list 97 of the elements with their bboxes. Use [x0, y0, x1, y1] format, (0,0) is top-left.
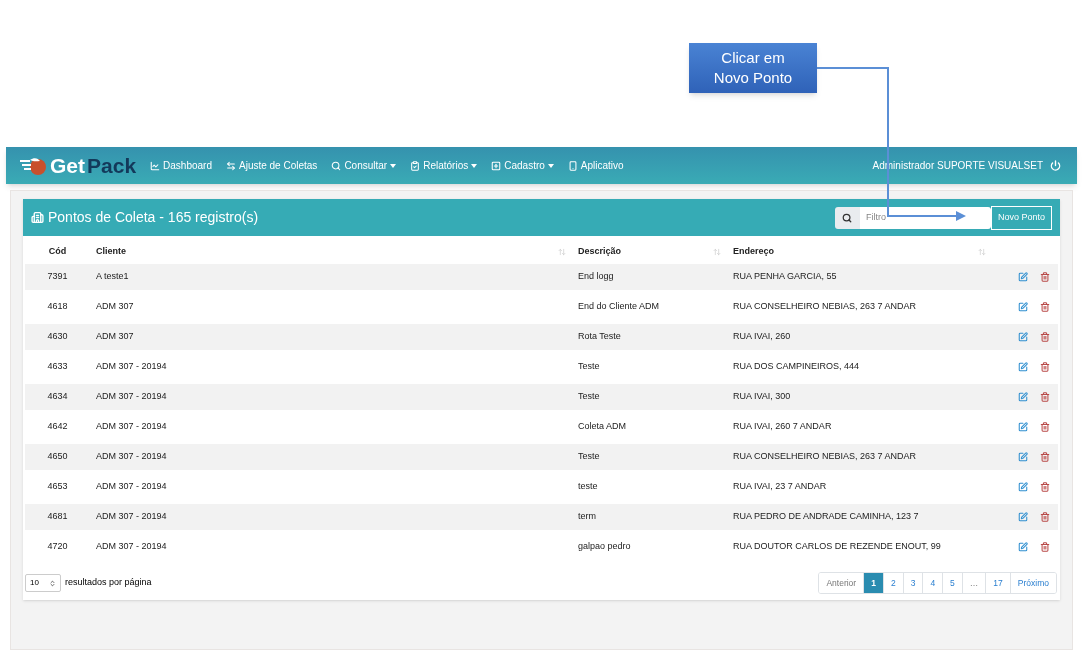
trash-icon[interactable] [1040, 302, 1050, 312]
table-cell: ADM 307 - 20194 [96, 510, 167, 524]
filter-field[interactable]: Filtro [859, 206, 991, 229]
column-header[interactable]: Descrição [578, 245, 622, 259]
table-cell: 4681 [47, 510, 68, 524]
table-cell: End logg [578, 270, 614, 284]
table-row[interactable]: 4650 ADM 307 - 20194 Teste RUA CONSELHEIRO NEBIAS, 263 7 ANDAR [25, 444, 1058, 470]
table-cell: RUA PEDRO DE ANDRADE CAMINHA, 123 7 [733, 510, 919, 524]
column-header[interactable]: Cliente [96, 245, 126, 259]
table-cell: 4642 [47, 420, 68, 434]
page-button[interactable]: 1 [863, 573, 883, 593]
table-cell: ADM 307 - 20194 [96, 450, 167, 464]
table-cell: term [578, 510, 596, 524]
table-cell: 4633 [47, 360, 68, 374]
callout-text: Clicar em [721, 48, 785, 68]
trash-icon[interactable] [1040, 362, 1050, 372]
nav-link[interactable]: Dashboard [150, 158, 212, 173]
table-cell: RUA IVAI, 23 7 ANDAR [733, 480, 827, 494]
edit-icon[interactable] [1018, 362, 1028, 372]
table-cell: 4634 [47, 390, 68, 404]
table-cell: 4650 [47, 450, 68, 464]
nav-link[interactable]: Consultar [331, 158, 397, 173]
table-row[interactable]: 4634 ADM 307 - 20194 Teste RUA IVAI, 300 [25, 384, 1058, 410]
power-icon[interactable] [1050, 160, 1061, 171]
trash-icon[interactable] [1040, 392, 1050, 402]
edit-icon[interactable] [1018, 332, 1028, 342]
table-cell: A teste1 [96, 270, 129, 284]
edit-icon[interactable] [1018, 512, 1028, 522]
table-cell: RUA IVAI, 300 [733, 390, 791, 404]
edit-icon[interactable] [1018, 392, 1028, 402]
table-cell: Coleta ADM [578, 420, 627, 434]
page-size-label: resultados por página [65, 576, 152, 590]
card-title: Pontos de Coleta - 165 registro(s) [48, 208, 259, 227]
trash-icon[interactable] [1040, 332, 1050, 342]
table-cell: RUA CONSELHEIRO NEBIAS, 263 7 ANDAR [733, 450, 917, 464]
table-cell: 4618 [47, 300, 68, 314]
table-cell: RUA DOS CAMPINEIROS, 444 [733, 360, 860, 374]
edit-icon[interactable] [1018, 302, 1028, 312]
table-cell: 4653 [47, 480, 68, 494]
table-cell: 4720 [47, 540, 68, 554]
nav-link[interactable]: Ajuste de Coletas [226, 158, 318, 173]
page-size-select[interactable]: 10 [25, 574, 61, 592]
table-cell: RUA IVAI, 260 [733, 330, 791, 344]
logo-icon [18, 155, 48, 176]
building-icon [31, 211, 44, 224]
table-cell: End do Cliente ADM [578, 300, 660, 314]
table-cell: ADM 307 [96, 300, 134, 314]
page-button[interactable]: Próximo [1009, 573, 1056, 593]
table-row[interactable]: 4630 ADM 307 Rota Teste RUA IVAI, 260 [25, 324, 1058, 350]
logo-wordmark[interactable]: GetPack [18, 149, 137, 182]
table-cell: ADM 307 - 20194 [96, 480, 167, 494]
trash-icon[interactable] [1040, 452, 1050, 462]
edit-icon[interactable] [1018, 452, 1028, 462]
table-cell: RUA CONSELHEIRO NEBIAS, 263 7 ANDAR [733, 300, 917, 314]
table-cell: RUA PENHA GARCIA, 55 [733, 270, 837, 284]
user-name: Administrador SUPORTE VISUALSET [872, 159, 1043, 173]
clipboard-icon [410, 160, 421, 171]
trash-icon[interactable] [1040, 422, 1050, 432]
table-cell: ADM 307 - 20194 [96, 360, 167, 374]
table-cell: ADM 307 - 20194 [96, 390, 167, 404]
table-row[interactable]: 4681 ADM 307 - 20194 term RUA PEDRO DE ANDRADE CAMINHA, 123 7 [25, 504, 1058, 530]
nav-link[interactable]: Cadastro [491, 158, 554, 173]
callout-text: Novo Ponto [713, 68, 793, 88]
table-cell: ADM 307 - 20194 [96, 420, 167, 434]
edit-icon[interactable] [1018, 482, 1028, 492]
table-cell: Teste [578, 390, 600, 404]
table-cell: ADM 307 [96, 330, 134, 344]
table-cell: Teste [578, 360, 600, 374]
arrows-icon [226, 160, 236, 171]
trash-icon[interactable] [1040, 542, 1050, 552]
trash-icon[interactable] [1040, 512, 1050, 522]
edit-icon[interactable] [1018, 272, 1028, 282]
table-cell: 4630 [47, 330, 68, 344]
grid-icon [491, 160, 502, 171]
table-cell: Teste [578, 450, 600, 464]
edit-icon[interactable] [1018, 422, 1028, 432]
table-cell: ADM 307 - 20194 [96, 540, 167, 554]
table-cell: Rota Teste [578, 330, 621, 344]
table-cell: RUA DOUTOR CARLOS DE REZENDE ENOUT, 99 [733, 540, 941, 554]
trash-icon[interactable] [1040, 482, 1050, 492]
updown-icon [49, 579, 56, 587]
table-cell: galpao pedro [578, 540, 631, 554]
nav-link[interactable]: Relatórios [410, 158, 478, 173]
table-cell: 7391 [47, 270, 68, 284]
edit-icon[interactable] [1018, 542, 1028, 552]
search-icon [842, 212, 853, 223]
table-cell: teste [578, 480, 598, 494]
search-icon [331, 160, 342, 171]
trash-icon[interactable] [1040, 272, 1050, 282]
table-row[interactable]: 7391 A teste1 End logg RUA PENHA GARCIA, 55 [25, 264, 1058, 290]
column-header[interactable]: Cód [48, 245, 67, 259]
nav-link[interactable]: Aplicativo [567, 158, 624, 173]
chart-icon [150, 160, 161, 171]
phone-icon [567, 160, 578, 171]
new-point-button[interactable]: Novo Ponto [990, 205, 1052, 230]
table-cell: RUA IVAI, 260 7 ANDAR [733, 420, 832, 434]
column-header[interactable]: Endereço [733, 245, 774, 259]
